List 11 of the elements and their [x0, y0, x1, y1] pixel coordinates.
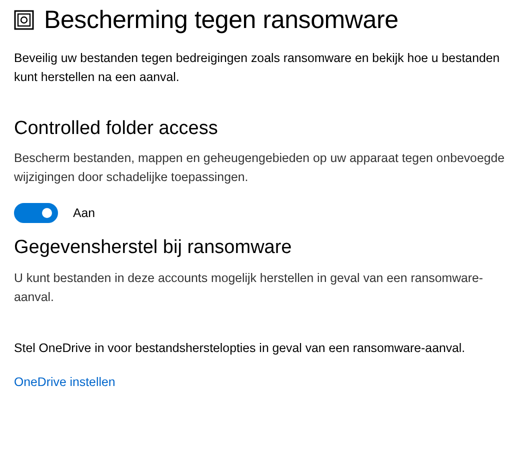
toggle-label: Aan — [73, 206, 96, 220]
toggle-switch[interactable] — [14, 203, 58, 223]
safe-icon — [14, 10, 34, 30]
page-title: Bescherming tegen ransomware — [44, 6, 398, 34]
page-description: Beveilig uw bestanden tegen bedreigingen zoals ransomware en bekijk hoe u bestanden kunt herstellen na een aanval. — [14, 50, 501, 86]
section-title: Gegevensherstel bij ransomware — [14, 236, 293, 260]
onedrive-text: Stel OneDrive in voor bestandsherstelopties in geval van een ransomware-aanval. — [14, 340, 466, 357]
section-description: Bescherm bestanden, mappen en geheugengebieden op uw apparaat tegen onbevoegde wijzigingen door schadelijke toepassingen. — [14, 150, 505, 186]
onedrive-link[interactable]: OneDrive instellen — [14, 375, 116, 389]
section-title: Controlled folder access — [14, 117, 219, 141]
section-description: U kunt bestanden in deze accounts mogelijk herstellen in geval van een ransomware-aanval. — [14, 270, 484, 306]
